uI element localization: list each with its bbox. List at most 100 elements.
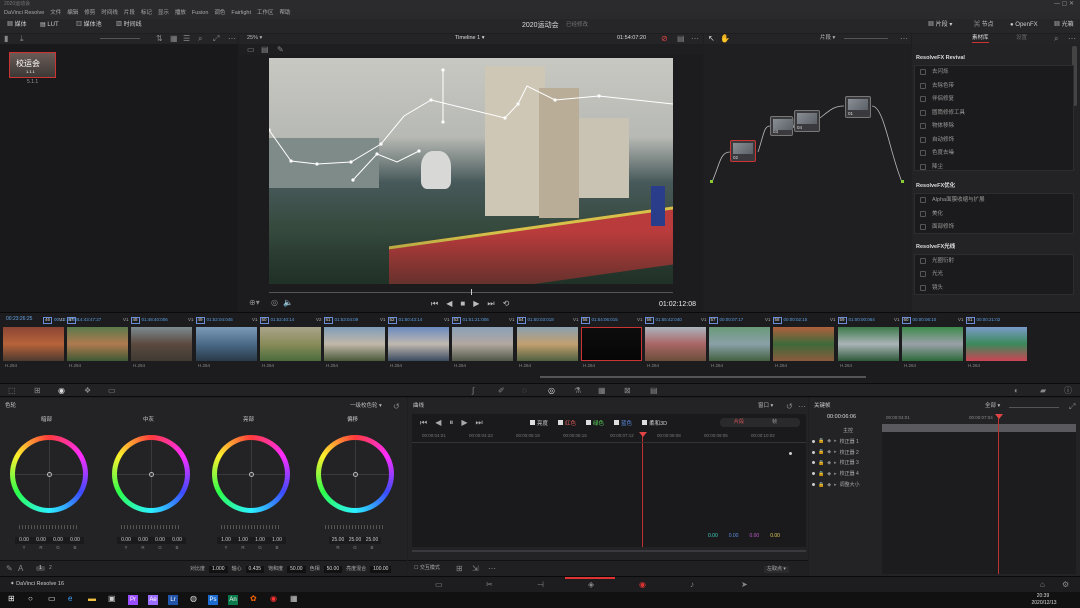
clip-thumbnail[interactable] — [196, 327, 257, 361]
hue-value[interactable]: 50.00 — [323, 566, 343, 573]
clip-thumbnail[interactable] — [709, 327, 770, 361]
pause-icon[interactable]: ⏸ — [449, 418, 453, 428]
scopes-icon[interactable]: ◐ — [1014, 387, 1019, 395]
green-check[interactable]: 绿色 — [586, 420, 604, 428]
lock-icon[interactable]: 🔒 — [818, 471, 824, 477]
wheel-value[interactable]: 0.00 — [117, 537, 135, 544]
luma-check[interactable]: 亮度 — [530, 420, 548, 428]
menu-item[interactable]: 编辑 — [67, 10, 78, 17]
reverse-icon[interactable]: ◀ — [435, 418, 441, 428]
timeline-button[interactable]: ▧ 时间线 — [116, 22, 142, 28]
edge-icon[interactable]: e — [68, 595, 72, 603]
settings-icon[interactable]: ⚙ — [1062, 581, 1069, 589]
tracker-icon[interactable]: ◎ — [548, 387, 555, 395]
wheel-value[interactable]: 0.00 — [15, 537, 33, 544]
volume-icon[interactable]: 🔈 — [283, 299, 293, 307]
effect-item[interactable]: 去除色带 — [932, 83, 954, 90]
clip-thumbnail[interactable] — [3, 327, 64, 361]
tab-settings[interactable]: 设置 — [1016, 35, 1027, 42]
wheel-value[interactable]: 1.00 — [251, 537, 269, 544]
camera-raw-icon[interactable]: ⬚ — [8, 387, 16, 395]
import-icon[interactable]: ⤓ — [20, 35, 24, 43]
clip-thumbnail[interactable] — [131, 327, 192, 361]
color-match-icon[interactable]: ⊞ — [34, 387, 41, 395]
wheel-handle[interactable] — [47, 472, 52, 477]
play-icon[interactable]: ▶ — [461, 418, 467, 428]
image-wipe-icon[interactable]: ▭ — [247, 46, 255, 54]
wheel-value[interactable]: 0.00 — [168, 537, 186, 544]
prev-keyframe-icon[interactable]: ⏮ — [420, 418, 427, 428]
expand-icon[interactable]: ⤢ — [213, 35, 219, 43]
menu-item[interactable]: 时间线 — [101, 10, 118, 17]
magic-mask-icon[interactable]: ⚗ — [574, 387, 581, 395]
effect-item[interactable]: 圆筒修修工具 — [932, 110, 965, 117]
resolve-icon[interactable]: ◍ — [190, 595, 197, 603]
motion-effects-icon[interactable]: ▭ — [108, 387, 116, 395]
timeline-name[interactable]: Timeline 1 ▾ — [455, 35, 484, 42]
keyframe-row[interactable]: 🔒 ◆ ▸ 调整大小 — [812, 481, 882, 488]
next-keyframe-icon[interactable]: ⏭ — [476, 418, 483, 428]
fusion-page-icon[interactable]: ◈ — [588, 581, 594, 589]
sidebar-icon[interactable]: ▮ — [4, 35, 8, 43]
app-icon[interactable]: ▦ — [290, 595, 298, 603]
effect-item[interactable]: 伴侣修复 — [932, 96, 954, 103]
menu-item[interactable]: 播放 — [175, 10, 186, 17]
reset-icon[interactable]: ↺ — [786, 403, 793, 411]
red-check[interactable]: 红色 — [558, 420, 576, 428]
keyframe-row[interactable]: 🔒 ◆ ▸ 校正器 2 — [812, 449, 882, 456]
after-effects-icon[interactable]: Ae — [148, 595, 158, 605]
lock-icon[interactable]: 🔒 — [818, 449, 824, 455]
task-view-icon[interactable]: ▭ — [48, 595, 56, 603]
menu-item[interactable]: 显示 — [158, 10, 169, 17]
home-icon[interactable]: ⌂ — [1040, 581, 1045, 589]
keyframes-zoom-slider[interactable] — [1009, 407, 1059, 408]
lock-icon[interactable]: 🔒 — [818, 460, 824, 466]
clip-thumbnail[interactable] — [838, 327, 899, 361]
media-button[interactable]: ▦ 媒体 — [7, 22, 27, 28]
more-icon[interactable]: ⋯ — [691, 35, 699, 43]
keyframes-playhead[interactable] — [998, 416, 999, 574]
color-wheels-icon[interactable]: ◉ — [58, 387, 65, 395]
app-icon[interactable]: ◉ — [270, 595, 277, 603]
wheel-value[interactable]: 0.00 — [66, 537, 84, 544]
openfx-button[interactable]: ● OpenFX — [1010, 22, 1038, 28]
menu-item[interactable]: 标记 — [141, 10, 152, 17]
sort-icon[interactable]: ⇅ — [156, 35, 163, 43]
wheel-value[interactable]: 25.00 — [346, 537, 364, 544]
search-icon[interactable]: ⌕ — [1054, 35, 1058, 43]
curves-icon[interactable]: ∫ — [472, 387, 474, 395]
clip-thumbnail[interactable] — [902, 327, 963, 361]
scrubber-playhead[interactable] — [471, 289, 472, 295]
menu-item[interactable]: DaVinci Resolve — [4, 10, 44, 17]
effect-item[interactable]: 降尘 — [932, 164, 943, 171]
curves-window[interactable]: 窗口 ▾ — [758, 403, 773, 410]
toggle-icon[interactable]: ◆ — [827, 438, 831, 444]
search-icon[interactable]: ⌕ — [198, 35, 202, 43]
color-page-icon[interactable]: ◉ — [639, 581, 646, 589]
clips-button[interactable]: ▦ 片段 ▾ — [928, 22, 952, 28]
wheel-value[interactable]: 1.00 — [268, 537, 286, 544]
wheel-handle[interactable] — [149, 472, 154, 477]
master-wheel-slider[interactable] — [325, 525, 385, 529]
toggle-icon[interactable]: ◆ — [827, 460, 831, 466]
toggle-icon[interactable]: ◆ — [827, 449, 831, 455]
menu-item[interactable]: 调色 — [214, 10, 225, 17]
curves-scrollbar[interactable] — [412, 550, 806, 552]
stop-icon[interactable]: ■ — [460, 299, 465, 309]
lock-icon[interactable]: 🔒 — [818, 438, 824, 444]
wheel-handle[interactable] — [353, 472, 358, 477]
more-icon[interactable]: ⋯ — [488, 565, 496, 573]
media-pool-button[interactable]: ▥ 媒体池 — [76, 22, 102, 28]
toggle-icon[interactable]: ◆ — [827, 471, 831, 477]
menu-item[interactable]: 工作区 — [257, 10, 274, 17]
edit-page-icon[interactable]: ⊣ — [537, 581, 544, 589]
node-01[interactable]: 01 — [845, 96, 871, 118]
photoshop-icon[interactable]: Ps — [208, 595, 218, 605]
clip-thumbnail[interactable] — [260, 327, 321, 361]
node-03[interactable]: 03 — [770, 116, 793, 136]
rgb-mixer-icon[interactable]: ❖ — [84, 387, 91, 395]
curve-point[interactable] — [789, 452, 792, 455]
lightbox-button[interactable]: ▦ 光箱 — [1054, 22, 1074, 28]
keyframe-row[interactable]: 主控 — [843, 427, 913, 434]
wheel-value[interactable]: 1.00 — [217, 537, 235, 544]
